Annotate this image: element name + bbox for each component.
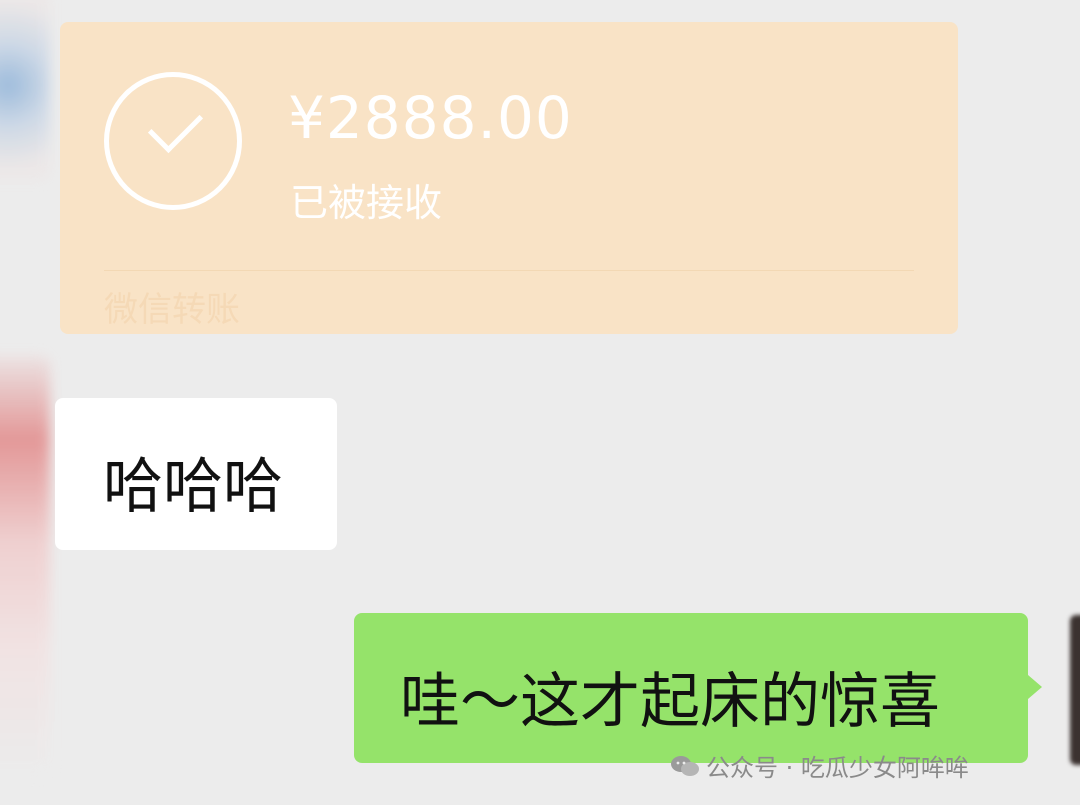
incoming-message-text: 哈哈哈 (103, 452, 283, 522)
transfer-card[interactable]: ¥2888.00 已被接收 微信转账 (60, 22, 958, 334)
contact-avatar[interactable] (0, 0, 50, 180)
divider (104, 270, 914, 271)
transfer-amount: ¥2888.00 (288, 84, 573, 152)
outgoing-message-bubble[interactable]: 哇～这才起床的惊喜 (354, 613, 1042, 763)
transfer-status: 已被接收 (290, 181, 443, 225)
outgoing-message-text: 哇～这才起床的惊喜 (400, 667, 940, 737)
watermark: 公众号 · 吃瓜少女阿哞哞 (670, 748, 969, 783)
transfer-service-label: 微信转账 (104, 290, 240, 330)
user-avatar[interactable] (1070, 615, 1080, 765)
incoming-message-bubble[interactable]: 哈哈哈 (55, 398, 337, 550)
check-circle-icon (104, 72, 242, 210)
watermark-text: 公众号 · 吃瓜少女阿哞哞 (706, 754, 969, 782)
contact-avatar[interactable] (0, 355, 50, 775)
wechat-icon (671, 755, 699, 776)
